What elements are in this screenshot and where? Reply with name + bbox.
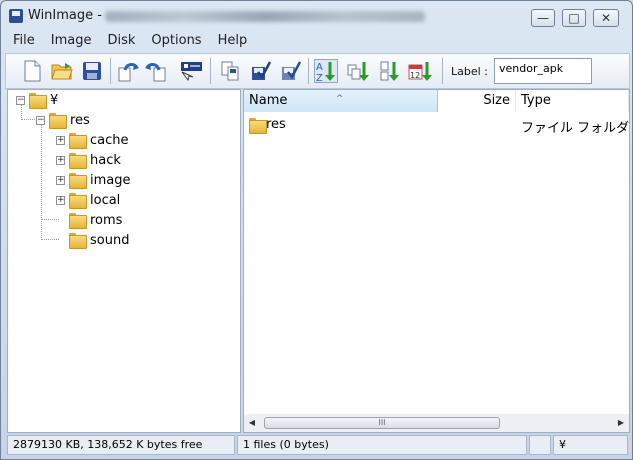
- sort-ascending-icon: ^: [336, 94, 344, 104]
- tree-item-label: hack: [90, 152, 121, 168]
- toolbar-separator: [210, 58, 211, 84]
- toolbar-separator: [308, 58, 309, 84]
- expand-toggle[interactable]: +: [56, 135, 65, 145]
- collapse-toggle[interactable]: −: [36, 115, 45, 125]
- winimage-app-icon[interactable]: [9, 9, 23, 23]
- column-header-size[interactable]: Size: [438, 90, 516, 112]
- horizontal-scrollbar[interactable]: ◀ III ▶: [244, 414, 629, 432]
- minimize-button[interactable]: —: [531, 9, 555, 27]
- new-image-icon[interactable]: [20, 59, 44, 83]
- collapse-toggle[interactable]: −: [16, 95, 25, 105]
- inject-icon[interactable]: [116, 59, 140, 83]
- app-window: WinImage - — □ ✕ File Image Disk Options…: [0, 0, 633, 460]
- extract-icon[interactable]: [144, 59, 168, 83]
- tree-item-cache[interactable]: + cache: [56, 131, 129, 149]
- folder-icon: [69, 133, 87, 149]
- expand-toggle[interactable]: +: [56, 175, 65, 185]
- menu-options[interactable]: Options: [143, 31, 209, 51]
- status-file-count: 1 files (0 bytes): [237, 435, 527, 455]
- tree-connector: [41, 239, 59, 240]
- tree-item-roms[interactable]: roms: [69, 211, 122, 229]
- menu-file[interactable]: File: [5, 31, 43, 51]
- tree-item-res[interactable]: − res: [36, 111, 90, 129]
- tree-item-label: image: [90, 172, 131, 188]
- tree-item-hack[interactable]: + hack: [56, 151, 121, 169]
- expand-toggle[interactable]: +: [56, 155, 65, 165]
- tree-item-label: sound: [90, 232, 130, 248]
- copy-icon[interactable]: [218, 59, 242, 83]
- status-bar: 2879130 KB, 138,652 K bytes free 1 files…: [5, 435, 630, 455]
- column-header-name[interactable]: Name ^: [244, 90, 438, 112]
- file-type: ファイル フォルダー: [521, 121, 630, 136]
- svg-text:A: A: [316, 62, 323, 73]
- check-icon[interactable]: [248, 59, 272, 83]
- tree-item-label: ¥: [50, 92, 59, 108]
- menu-bar: File Image Disk Options Help: [5, 31, 630, 51]
- open-icon[interactable]: [50, 59, 74, 83]
- tree-item-label: local: [90, 192, 121, 208]
- tree-item-sound[interactable]: sound: [69, 231, 129, 249]
- tree-item-root[interactable]: − ¥: [16, 91, 58, 109]
- properties-icon[interactable]: [178, 59, 202, 83]
- folder-icon: [249, 118, 267, 134]
- folder-icon: [69, 173, 87, 189]
- toolbar-separator: [110, 58, 111, 84]
- tree-connector: [21, 119, 37, 120]
- scroll-left-arrow-icon[interactable]: ◀: [244, 414, 260, 432]
- menu-help[interactable]: Help: [210, 31, 256, 51]
- folder-icon: [49, 113, 67, 129]
- tree-connector: [41, 219, 59, 220]
- sort-by-ext-icon[interactable]: [346, 59, 370, 83]
- sort-by-size-icon[interactable]: [378, 59, 402, 83]
- folder-icon: [29, 93, 47, 109]
- scroll-thumb[interactable]: III: [264, 417, 500, 429]
- tree-item-label: cache: [90, 132, 129, 148]
- status-path: ¥: [553, 435, 628, 455]
- folder-icon: [69, 153, 87, 169]
- folder-tree[interactable]: − ¥ − res + cache + hack + image + local: [7, 89, 241, 433]
- title-path-blurred: [105, 11, 425, 22]
- tree-item-local[interactable]: + local: [56, 191, 120, 209]
- list-header: Name ^ Size Type: [244, 90, 629, 112]
- toolbar: AZ 12 Label : vendor_apk: [5, 53, 630, 89]
- sort-by-name-icon[interactable]: AZ: [314, 59, 338, 83]
- menu-image[interactable]: Image: [43, 31, 100, 51]
- tree-connector: [41, 124, 42, 240]
- check-all-icon[interactable]: [278, 59, 302, 83]
- volume-label-input[interactable]: vendor_apk: [494, 58, 592, 84]
- menu-disk[interactable]: Disk: [99, 31, 143, 51]
- status-disk-info: 2879130 KB, 138,652 K bytes free: [7, 435, 235, 455]
- maximize-button[interactable]: □: [562, 9, 586, 27]
- expand-toggle[interactable]: +: [56, 195, 65, 205]
- scroll-right-arrow-icon[interactable]: ▶: [613, 414, 629, 432]
- tree-item-label: roms: [90, 212, 123, 228]
- file-name: res: [266, 117, 286, 132]
- svg-text:Z: Z: [316, 73, 323, 82]
- tree-item-image[interactable]: + image: [56, 171, 131, 189]
- folder-icon: [69, 233, 87, 249]
- svg-text:12: 12: [410, 71, 420, 80]
- status-extra: [529, 435, 551, 455]
- column-header-type[interactable]: Type: [516, 90, 629, 112]
- toolbar-separator: [442, 58, 443, 84]
- window-title: WinImage -: [28, 8, 102, 23]
- tree-item-label: res: [70, 112, 90, 128]
- close-button[interactable]: ✕: [593, 9, 619, 27]
- folder-icon: [69, 193, 87, 209]
- column-header-label: Name: [249, 93, 288, 108]
- sort-by-date-icon[interactable]: 12: [408, 59, 432, 83]
- save-icon[interactable]: [80, 59, 104, 83]
- folder-icon: [69, 213, 87, 229]
- title-bar[interactable]: WinImage - — □ ✕: [1, 1, 632, 31]
- file-list[interactable]: Name ^ Size Type res ファイル フォルダー ◀ III ▶: [243, 89, 630, 433]
- list-item[interactable]: res ファイル フォルダー: [244, 116, 630, 136]
- label-caption: Label :: [451, 65, 488, 78]
